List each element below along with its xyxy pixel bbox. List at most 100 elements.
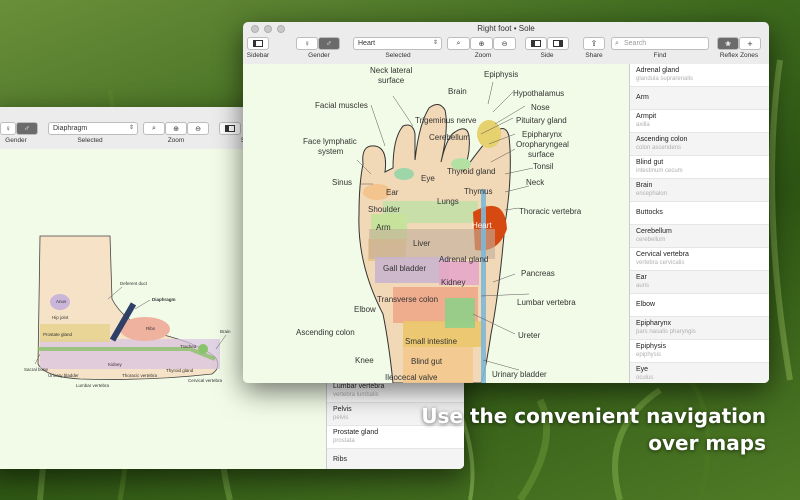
zoom-out-button[interactable]: ⊖	[493, 37, 516, 50]
zoom-button[interactable]	[277, 25, 285, 33]
left-pane-icon	[531, 40, 541, 47]
list-item[interactable]: Armpit axilla	[630, 110, 769, 133]
right-foot-window: Right foot • Sole Sidebar ♀ ♂ Gender Hea…	[243, 22, 769, 383]
list-item[interactable]: Epipharynx pars nasalis pharyngis	[630, 317, 769, 340]
organ-name: Ribs	[333, 456, 348, 463]
thyroid-gland-label: Thyroid gland	[447, 167, 495, 176]
gender-male-button[interactable]: ♂	[318, 37, 340, 50]
list-item[interactable]: Ear auris	[630, 271, 769, 294]
gender-female-button[interactable]: ♀	[296, 37, 318, 50]
share-icon: ⇪	[590, 39, 598, 48]
list-item[interactable]: Buttocks	[630, 202, 769, 225]
sidebar-button[interactable]	[247, 37, 269, 50]
zoom-out-button[interactable]: ⊖	[187, 122, 209, 135]
diaphragm-label: Diaphragm	[152, 297, 176, 302]
add-button[interactable]: +	[739, 37, 761, 50]
sacral-bone-label: Sacral bone	[24, 367, 49, 372]
ascending-colon-label: Ascending colon	[296, 328, 355, 337]
shoulder-label: Shoulder	[368, 205, 400, 214]
reflex-zones-label: Reflex Zones	[719, 52, 759, 59]
gender-male-button[interactable]: ♂	[16, 122, 38, 135]
hypothalamus-label: Hypothalamus	[513, 89, 564, 98]
search-icon: ⌕	[615, 40, 619, 47]
list-item[interactable]: Lumbar vertebra vertebra lumbalis	[327, 380, 464, 403]
selected-dropdown[interactable]: Diaphragm ⇕	[48, 122, 138, 135]
reflex-zones-button[interactable]: ❀	[717, 37, 739, 50]
lumbar-vertebra-label-left: Lumbar vertebra	[76, 383, 110, 388]
side-right-button[interactable]	[547, 37, 569, 50]
side-left-button[interactable]	[525, 37, 547, 50]
arm-label: Arm	[376, 223, 391, 232]
organ-name: Lumbar vertebra	[333, 383, 385, 390]
thyroid-gland-label-left: Thyroid gland	[166, 368, 194, 373]
epiphysis-label: Epiphysis	[484, 70, 518, 79]
selected-dropdown[interactable]: Heart ⇕	[353, 37, 442, 50]
side-button[interactable]	[219, 122, 241, 135]
sidebar-label: Sidebar	[246, 52, 270, 59]
promo-line-2: over maps	[648, 431, 766, 455]
list-item[interactable]: Cerebellum cerebellum	[630, 225, 769, 248]
list-item[interactable]: Ascending colon colon ascendens	[630, 133, 769, 156]
organ-name: Ear	[636, 274, 647, 281]
window-title: Right foot • Sole	[477, 24, 535, 33]
thymus-label: Thymus	[464, 187, 492, 196]
list-item[interactable]: Blind gut intestinum cecum	[630, 156, 769, 179]
list-item[interactable]: Elbow	[630, 294, 769, 317]
selected-label: Selected	[385, 52, 411, 59]
sinus-label: Sinus	[332, 178, 352, 187]
neck-lateral-surface-label: Neck lateral	[370, 66, 412, 75]
gall-bladder-label: Gall bladder	[383, 264, 426, 273]
blind-gut-label: Blind gut	[411, 357, 443, 366]
share-button[interactable]: ⇪	[583, 37, 605, 50]
side-label: Side	[540, 52, 554, 59]
list-item[interactable]: Cervical vertebra vertebra cervicalis	[630, 248, 769, 271]
thoracic-vertebra-label-left: Thoracic vertebra	[122, 373, 158, 378]
gender-female-button[interactable]: ♀	[0, 122, 16, 135]
female-icon: ♀	[304, 39, 310, 48]
list-item[interactable]: Brain encephalon	[630, 179, 769, 202]
eye-label: Eye	[421, 174, 435, 183]
list-item[interactable]: Adrenal gland glandula suprarenalis	[630, 64, 769, 87]
urinary-bladder-label: Urinary bladder	[48, 373, 79, 378]
organ-latin: vertebra cervicalis	[636, 260, 685, 266]
organ-name: Epiphysis	[636, 343, 666, 350]
face-lymphatic-system-label-2: system	[318, 147, 344, 156]
brain-label: Brain	[220, 329, 231, 334]
list-item[interactable]: Epiphysis epiphysis	[630, 340, 769, 363]
chevron-updown-icon: ⇕	[128, 125, 134, 131]
organ-latin: epiphysis	[636, 352, 662, 358]
organ-name: Buttocks	[636, 209, 663, 216]
organ-name: Ascending colon	[636, 136, 688, 143]
right-pane-icon	[553, 40, 563, 47]
kidney-label-left: Kidney	[108, 362, 123, 367]
window-title-bar: Right foot • Sole	[243, 22, 769, 36]
adrenal-gland-label: Adrenal gland	[439, 255, 488, 264]
organ-name: Elbow	[636, 301, 656, 308]
search-input[interactable]: ⌕ Search	[611, 37, 709, 50]
sidebar-icon	[253, 40, 263, 47]
male-icon: ♂	[24, 124, 30, 133]
list-item[interactable]: Arm	[630, 87, 769, 110]
zoom-in-button[interactable]: ⊕	[165, 122, 187, 135]
split-view-icon	[225, 125, 235, 132]
face-lymphatic-system-label: Face lymphatic	[303, 137, 357, 146]
small-intestine-label: Small intestine	[405, 337, 458, 346]
tonsil-label: Tonsil	[533, 162, 554, 171]
thoracic-vertebra-label: Thoracic vertebra	[519, 207, 582, 216]
organ-latin: encephalon	[636, 191, 668, 197]
liver-label: Liver	[413, 239, 431, 248]
organ-latin: pars nasalis pharyngis	[636, 329, 696, 335]
zoom-in-icon: ⊕	[478, 40, 485, 48]
foot-sole-map[interactable]: Neck lateral surface Epiphysis Facial mu…	[243, 64, 629, 383]
urinary-bladder-label: Urinary bladder	[492, 370, 547, 379]
list-item[interactable]: Eye oculus	[630, 363, 769, 383]
pancreas-label: Pancreas	[521, 269, 555, 278]
zoom-fit-button[interactable]: ⌕	[447, 37, 470, 50]
minimize-button[interactable]	[264, 25, 272, 33]
ileocecal-valve-label: Ileocecal valve	[385, 373, 438, 382]
close-button[interactable]	[251, 25, 259, 33]
organ-latin: axilla	[636, 122, 650, 128]
zoom-in-button[interactable]: ⊕	[470, 37, 493, 50]
zoom-fit-button[interactable]: ⌕	[143, 122, 165, 135]
organ-latin: cerebellum	[636, 237, 666, 243]
